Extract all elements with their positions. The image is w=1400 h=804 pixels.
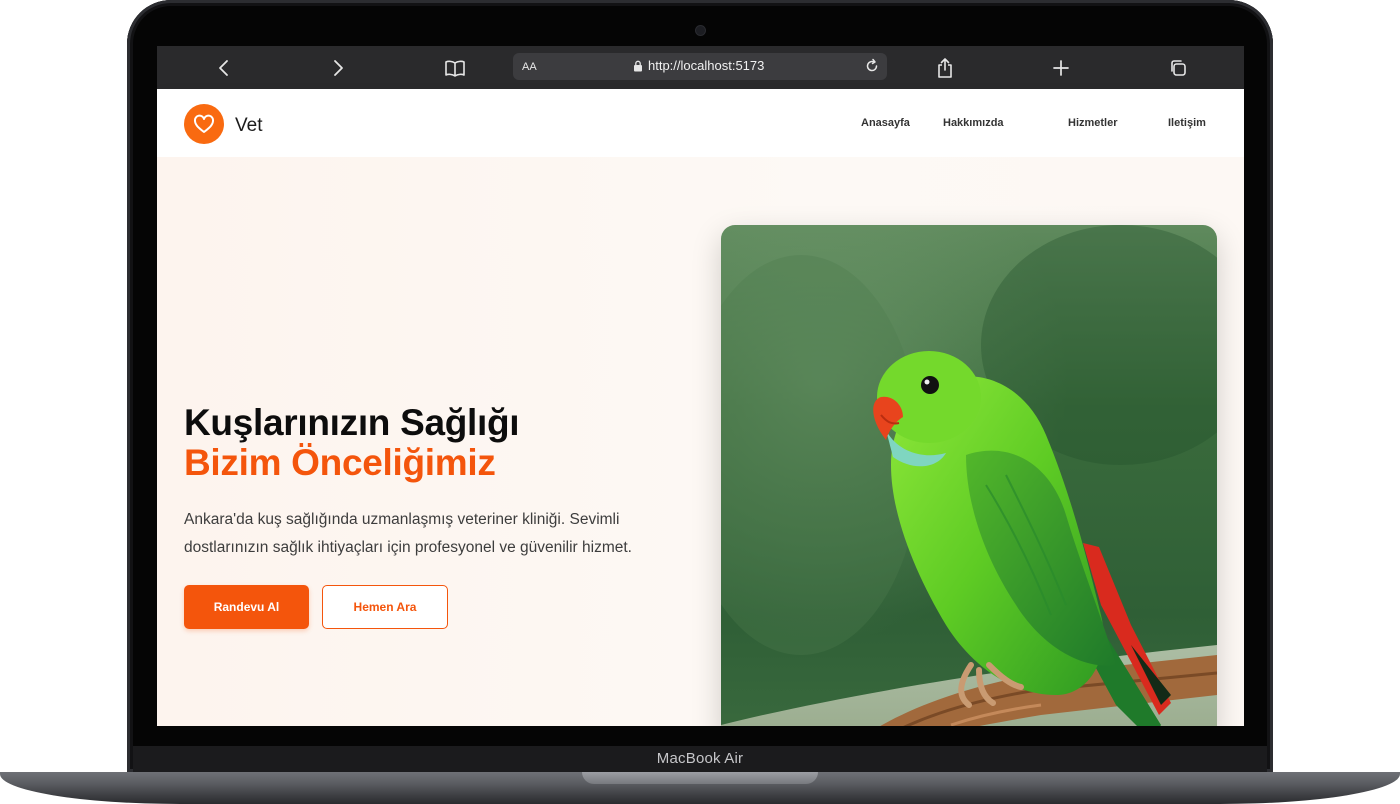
plus-icon xyxy=(1053,60,1069,76)
url-bar[interactable]: AA http://localhost:5173 xyxy=(513,53,887,80)
appointment-button[interactable]: Randevu Al xyxy=(184,585,309,629)
laptop-notch xyxy=(582,772,818,784)
tabs-overview-button[interactable] xyxy=(1165,55,1191,81)
nav-link-hizmetler[interactable]: Hizmetler xyxy=(1068,117,1118,129)
chevron-left-icon xyxy=(219,60,228,76)
url-display: http://localhost:5173 xyxy=(633,58,847,73)
share-button[interactable] xyxy=(932,55,958,81)
bookmarks-button[interactable] xyxy=(442,55,468,81)
hero-title-line2: Bizim Önceliğimiz xyxy=(184,442,496,483)
text-size-button[interactable]: AA xyxy=(522,61,537,73)
laptop-chin: MacBook Air xyxy=(133,746,1267,772)
reload-button[interactable] xyxy=(863,57,881,80)
back-button[interactable] xyxy=(211,55,237,81)
chevron-right-icon xyxy=(334,60,343,76)
device-label: MacBook Air xyxy=(656,750,744,767)
nav-link-hakkimizda[interactable]: Hakkımızda xyxy=(943,117,1004,129)
parrot-image xyxy=(721,225,1217,726)
tabs-icon xyxy=(1171,60,1186,76)
screen: AA http://localhost:5173 Vet Anasayfa Ha… xyxy=(157,46,1244,726)
logo[interactable] xyxy=(184,104,224,144)
new-tab-button[interactable] xyxy=(1048,55,1074,81)
heart-icon xyxy=(194,114,214,133)
nav-link-anasayfa[interactable]: Anasayfa xyxy=(861,117,910,129)
url-text: http://localhost:5173 xyxy=(648,58,765,73)
book-icon xyxy=(445,60,465,77)
call-now-button[interactable]: Hemen Ara xyxy=(322,585,448,629)
share-icon xyxy=(938,58,952,78)
site-header: Vet Anasayfa Hakkımızda Hizmetler Iletiş… xyxy=(157,89,1244,157)
parrot-photo xyxy=(721,225,1217,726)
hero-section: Kuşlarınızın Sağlığı Bizim Önceliğimiz A… xyxy=(157,157,1244,726)
reload-icon xyxy=(866,58,878,72)
camera xyxy=(696,26,705,35)
hero-title-line1: Kuşlarınızın Sağlığı xyxy=(184,402,520,443)
lock-icon xyxy=(634,60,642,71)
brand-name[interactable]: Vet xyxy=(235,115,262,137)
hero-description: Ankara'da kuş sağlığında uzmanlaşmış vet… xyxy=(184,511,632,556)
forward-button[interactable] xyxy=(325,55,351,81)
nav-link-iletisim[interactable]: Iletişim xyxy=(1168,117,1206,129)
browser-toolbar: AA http://localhost:5173 xyxy=(157,46,1244,89)
